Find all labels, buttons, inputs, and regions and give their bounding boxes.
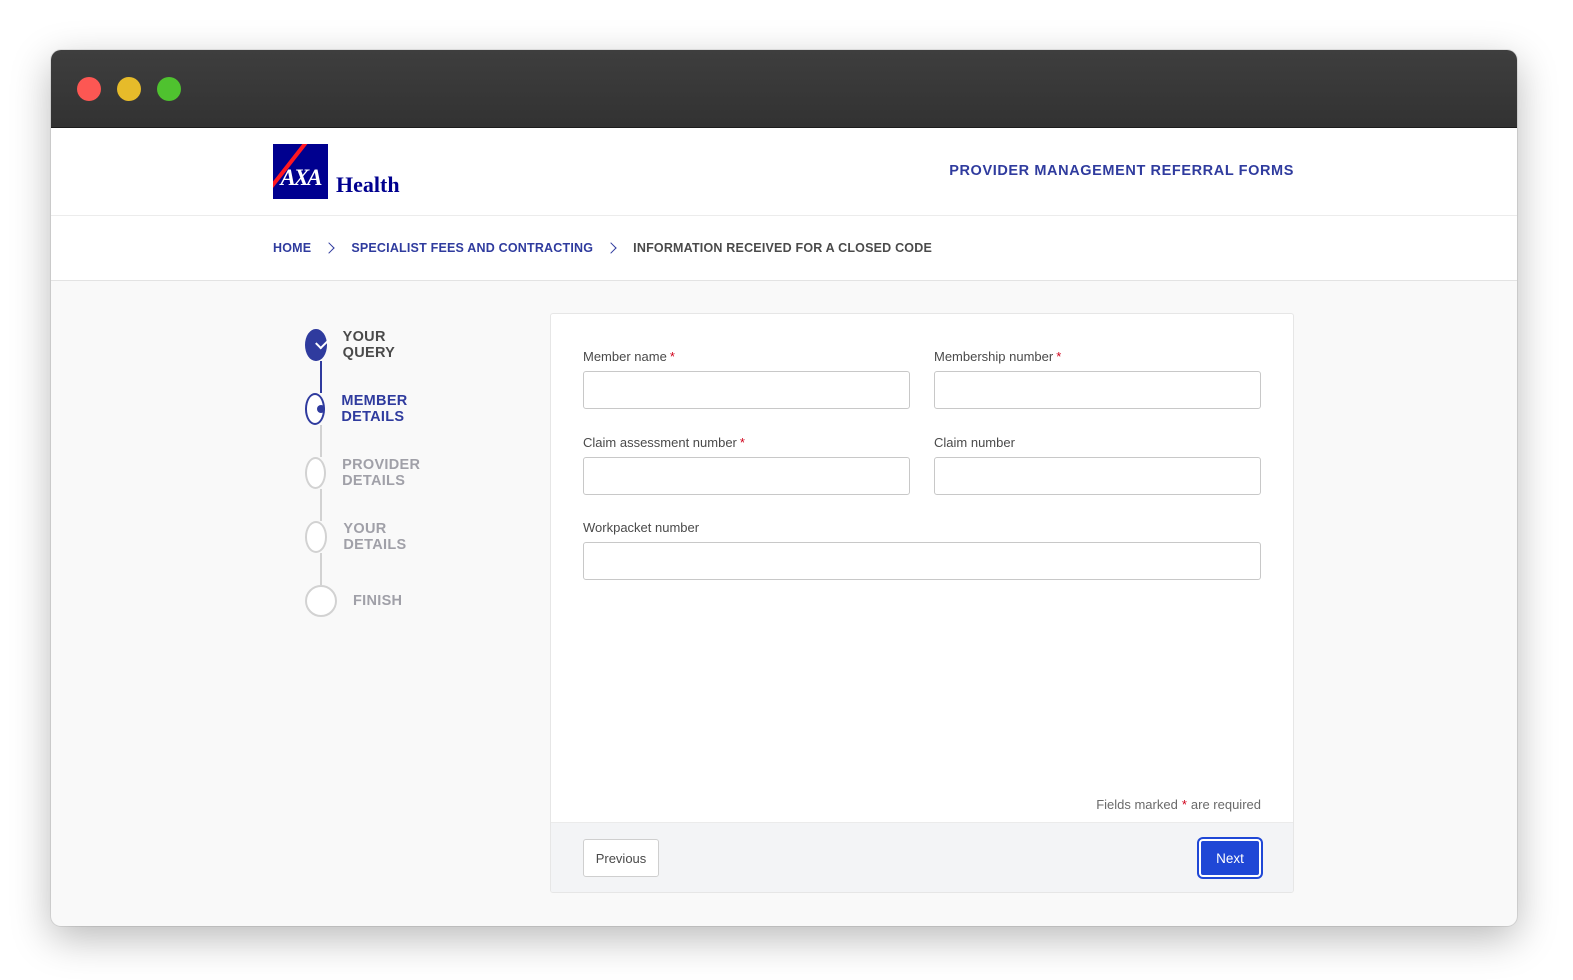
axa-logo-icon[interactable]: AXA [273, 144, 328, 199]
maximize-window-button[interactable] [157, 77, 181, 101]
breadcrumb-home[interactable]: HOME [273, 241, 311, 255]
browser-window: AXA Health PROVIDER MANAGEMENT REFERRAL … [51, 50, 1517, 926]
claim-number-label: Claim number [934, 435, 1015, 450]
step-connector [320, 489, 322, 521]
breadcrumb-bar: HOME SPECIALIST FEES AND CONTRACTING INF… [51, 216, 1517, 281]
claim-assessment-number-input[interactable] [583, 457, 910, 495]
required-fields-note: Fields marked * are required [1096, 797, 1261, 812]
chevron-right-icon [605, 242, 617, 254]
workpacket-number-input[interactable] [583, 542, 1261, 580]
step-label: MEMBER DETAILS [341, 393, 408, 425]
breadcrumb-section[interactable]: SPECIALIST FEES AND CONTRACTING [351, 241, 593, 255]
next-button[interactable]: Next [1199, 839, 1261, 877]
step-label: PROVIDER DETAILS [342, 457, 421, 489]
header-title: PROVIDER MANAGEMENT REFERRAL FORMS [949, 163, 1294, 179]
logo-text: Health [336, 172, 400, 197]
step-label: FINISH [353, 593, 403, 609]
pending-step-icon [305, 457, 327, 489]
chevron-right-icon [323, 242, 335, 254]
pending-step-icon [305, 585, 337, 617]
member-name-input[interactable] [583, 371, 910, 409]
member-name-label: Member name * [583, 349, 675, 364]
breadcrumb-current: INFORMATION RECEIVED FOR A CLOSED CODE [633, 241, 932, 255]
step-provider-details: PROVIDER DETAILS [305, 457, 431, 489]
step-connector [320, 361, 322, 393]
member-details-form: Member name * Membership number * Claim as… [550, 313, 1294, 893]
step-label: YOUR QUERY [342, 329, 396, 361]
membership-number-label: Membership number * [934, 349, 1062, 364]
step-your-query: YOUR QUERY [305, 329, 406, 361]
member-name-field: Member name * [583, 349, 910, 409]
workpacket-number-label: Workpacket number [583, 520, 700, 535]
step-connector [320, 553, 322, 585]
previous-button[interactable]: Previous [583, 839, 659, 877]
membership-number-field: Membership number * [934, 349, 1261, 409]
pending-step-icon [305, 521, 328, 553]
claim-number-field: Claim number [934, 435, 1261, 495]
breadcrumb: HOME SPECIALIST FEES AND CONTRACTING INF… [273, 241, 932, 255]
claim-assessment-number-label: Claim assessment number * [583, 435, 745, 450]
window-titlebar [51, 50, 1517, 128]
membership-number-input[interactable] [934, 371, 1261, 409]
active-step-icon [305, 393, 326, 425]
step-member-details: MEMBER DETAILS [305, 393, 419, 425]
step-label: YOUR DETAILS [343, 521, 407, 553]
minimize-window-button[interactable] [117, 77, 141, 101]
step-connector [320, 425, 322, 457]
checkmark-icon [305, 329, 327, 361]
site-header: AXA Health PROVIDER MANAGEMENT REFERRAL … [51, 128, 1517, 216]
claim-assessment-number-field: Claim assessment number * [583, 435, 910, 495]
form-footer: Previous Next [551, 822, 1293, 892]
claim-number-input[interactable] [934, 457, 1261, 495]
workpacket-number-field: Workpacket number [583, 520, 1261, 580]
step-your-details: YOUR DETAILS [305, 521, 416, 553]
step-finish: FINISH [305, 585, 402, 617]
close-window-button[interactable] [77, 77, 101, 101]
